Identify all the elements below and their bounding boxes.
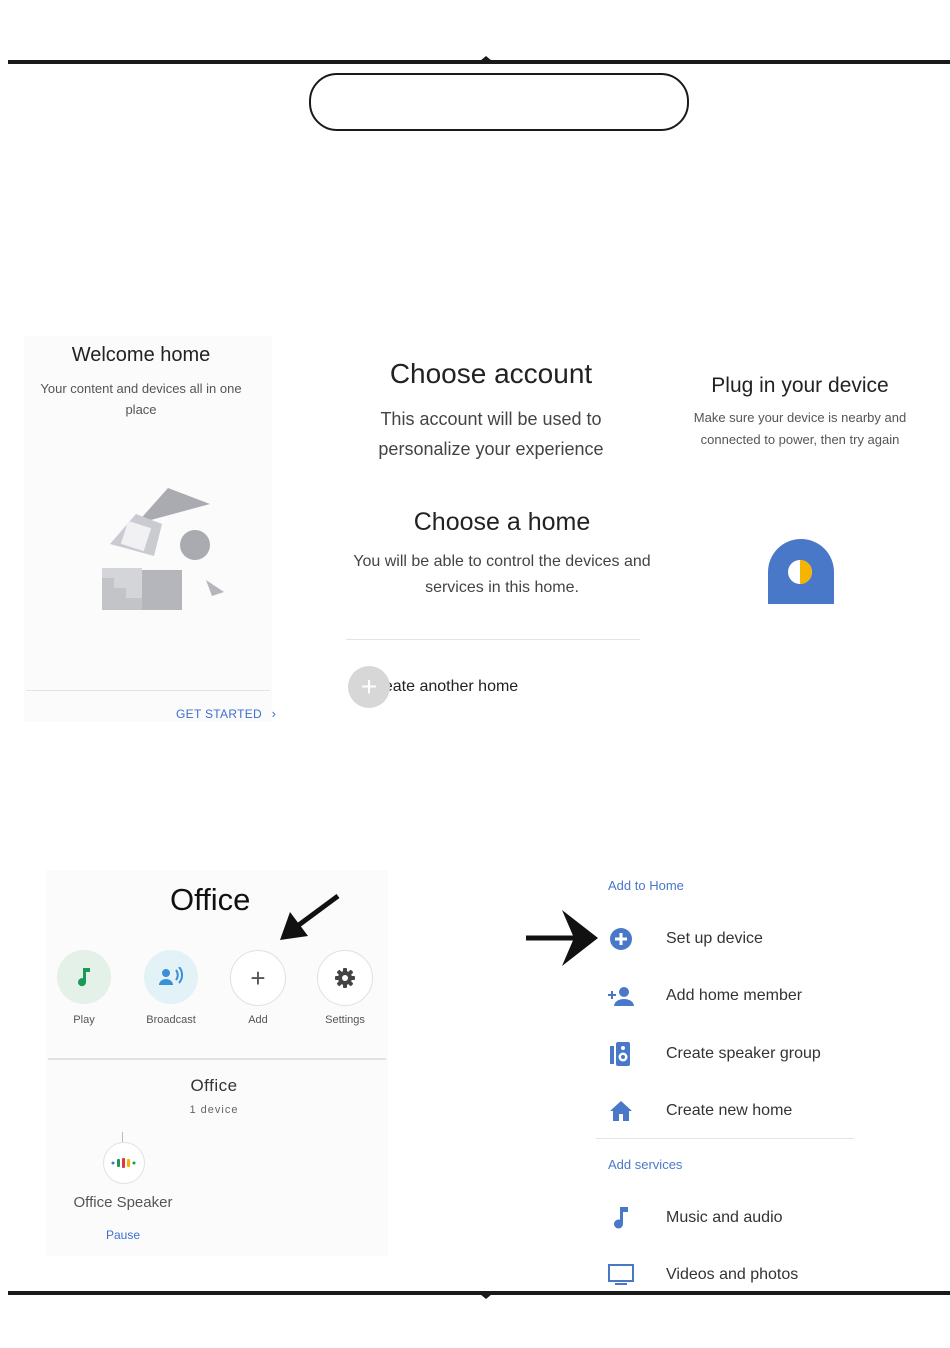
- add-label: Add: [248, 1014, 268, 1026]
- chevron-right-icon: ›: [271, 706, 277, 721]
- menu-item-label: Create new home: [666, 1102, 793, 1119]
- menu-item-create-new-home[interactable]: Create new home: [606, 1096, 792, 1126]
- welcome-title: Welcome home: [71, 344, 211, 366]
- create-another-home-item[interactable]: + Create another home: [348, 666, 638, 708]
- choose-home-subtitle: You will be able to control the devices …: [353, 553, 651, 596]
- pause-link[interactable]: Pause: [86, 1228, 160, 1242]
- welcome-subtitle: Your content and devices all in one plac…: [40, 381, 242, 417]
- add-person-icon: [606, 981, 636, 1011]
- menu-item-add-home-member[interactable]: Add home member: [606, 981, 802, 1011]
- play-label: Play: [73, 1014, 95, 1026]
- room-device-count: 1 device: [189, 1104, 239, 1116]
- office-title: Office: [170, 882, 251, 917]
- menu-item-label: Set up device: [666, 930, 763, 947]
- bottom-rule-notch: [480, 1294, 492, 1299]
- get-started-link[interactable]: GET STARTED ›: [176, 706, 276, 721]
- menu-item-label: Add home member: [666, 987, 803, 1004]
- welcome-divider: [26, 690, 270, 691]
- menu-item-label: Create speaker group: [666, 1045, 821, 1062]
- settings-label: Settings: [325, 1014, 365, 1026]
- top-rule-notch: [480, 56, 492, 61]
- choose-home-title: Choose a home: [413, 508, 591, 536]
- play-button[interactable]: [57, 950, 111, 1004]
- choose-account-subtitle: This account will be used to personalize…: [378, 409, 604, 459]
- menu-item-music-and-audio[interactable]: Music and audio: [606, 1203, 783, 1233]
- plug-in-title: Plug in your device: [711, 374, 889, 397]
- broadcast-icon: [159, 967, 183, 985]
- bottom-rule: [8, 1291, 950, 1295]
- smart-plug-icon: [768, 539, 834, 604]
- speaker-antenna: [122, 1132, 123, 1142]
- room-title: Office: [190, 1076, 238, 1095]
- speaker-group-icon: [606, 1039, 636, 1069]
- menu-item-label: Videos and photos: [666, 1266, 799, 1283]
- tv-icon: [606, 1260, 636, 1290]
- add-services-header: Add services: [608, 1157, 683, 1172]
- arrow-to-add-icon: [280, 893, 340, 940]
- speaker-icon: [111, 1158, 136, 1168]
- menu-item-videos-and-photos[interactable]: Videos and photos: [606, 1260, 798, 1290]
- choose-home-divider: [346, 639, 640, 640]
- plug-in-subtitle: Make sure your device is nearby and conn…: [693, 410, 907, 447]
- plus-icon: +: [250, 963, 266, 993]
- broadcast-button[interactable]: [144, 950, 198, 1004]
- menu-item-set-up-device[interactable]: Set up device: [606, 924, 763, 954]
- device-name: Office Speaker: [73, 1194, 173, 1211]
- music-note-icon: [606, 1203, 636, 1233]
- menu-item-create-speaker-group[interactable]: Create speaker group: [606, 1039, 821, 1069]
- plus-circle-icon: +: [348, 666, 390, 708]
- music-note-icon: [78, 968, 90, 987]
- office-divider: [48, 1058, 386, 1060]
- welcome-illustration: [102, 488, 224, 610]
- gear-icon: [335, 968, 355, 988]
- title-pill: [309, 73, 689, 131]
- menu-item-label: Music and audio: [666, 1209, 783, 1226]
- broadcast-label: Broadcast: [146, 1014, 196, 1026]
- plus-circle-icon: [606, 924, 636, 954]
- home-icon: [606, 1096, 636, 1126]
- add-to-home-header: Add to Home: [608, 878, 684, 893]
- settings-button[interactable]: [317, 950, 373, 1006]
- menu-divider: [596, 1138, 854, 1139]
- get-started-label: GET STARTED: [176, 707, 262, 721]
- top-rule: [8, 60, 950, 64]
- add-button[interactable]: +: [230, 950, 286, 1006]
- speaker-device-tile[interactable]: [103, 1142, 145, 1184]
- arrow-to-setup-icon: [526, 910, 598, 966]
- choose-account-title: Choose account: [389, 358, 593, 389]
